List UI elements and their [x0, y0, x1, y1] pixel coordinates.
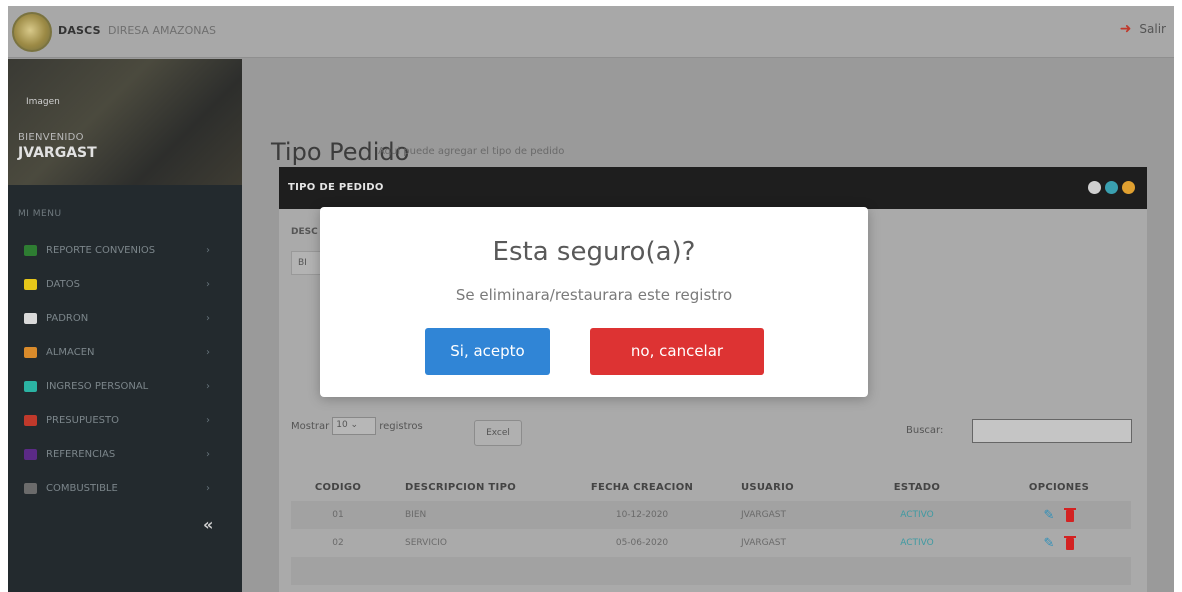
page-length-control: Mostrar 10 ⌄ registros	[291, 417, 423, 435]
top-bar: DASCS DIRESA AMAZONAS ➜ Salir	[8, 6, 1174, 58]
sidebar-item-reporte-convenios[interactable]: REPORTE CONVENIOS ›	[8, 233, 242, 267]
show-suffix: registros	[379, 420, 423, 432]
cell-opciones: ✎	[987, 508, 1131, 523]
sidebar-item-combustible[interactable]: COMBUSTIBLE ›	[8, 471, 242, 505]
trash-icon[interactable]	[1064, 508, 1077, 522]
page-length-select[interactable]: 10 ⌄	[332, 417, 377, 435]
chevron-right-icon: ›	[206, 380, 210, 392]
table-header-row: CODIGO DESCRIPCION TIPO FECHA CREACION U…	[291, 473, 1131, 501]
table-row-partial	[291, 557, 1131, 585]
show-prefix: Mostrar	[291, 420, 330, 432]
cell-estado: ACTIVO	[900, 510, 934, 520]
data-table: CODIGO DESCRIPCION TIPO FECHA CREACION U…	[291, 473, 1131, 585]
sidebar-item-ingreso-personal[interactable]: INGRESO PERSONAL ›	[8, 369, 242, 403]
description-label: DESC	[291, 227, 318, 237]
gear-icon	[24, 482, 37, 494]
sidebar-item-label: ALMACEN	[46, 346, 95, 358]
dialog-title: Esta seguro(a)?	[492, 237, 696, 267]
chevron-right-icon: ›	[206, 278, 210, 290]
sidebar: Imagen BIENVENIDO JVARGAST MI MENU REPOR…	[8, 59, 242, 592]
close-icon[interactable]	[1122, 181, 1135, 194]
cell-fecha: 10-12-2020	[615, 510, 669, 520]
sidebar-item-label: DATOS	[46, 278, 80, 290]
list-icon	[24, 448, 37, 460]
sidebar-menu: REPORTE CONVENIOS › DATOS › PADRON › ALM…	[8, 233, 242, 505]
column-header[interactable]: ESTADO	[847, 482, 987, 493]
dialog-message: Se eliminara/restaurara este registro	[455, 286, 733, 304]
table-row: 02 SERVICIO 05-06-2020 JVARGAST ACTIVO ✎	[291, 529, 1131, 557]
chevron-right-icon: ›	[206, 346, 210, 358]
sidebar-item-presupuesto[interactable]: PRESUPUESTO ›	[8, 403, 242, 437]
chevron-right-icon: ›	[206, 312, 210, 324]
search-label: Buscar:	[906, 425, 944, 436]
cell-estado: ACTIVO	[900, 538, 934, 548]
brand-name: DASCS	[58, 24, 101, 37]
sidebar-item-referencias[interactable]: REFERENCIAS ›	[8, 437, 242, 471]
cell-descripcion: BIEN	[405, 510, 427, 520]
confirm-dialog: Esta seguro(a)? Se eliminara/restaurara …	[320, 207, 868, 397]
welcome-text: BIENVENIDO	[18, 132, 84, 143]
check-icon	[24, 244, 37, 256]
profile-banner: Imagen BIENVENIDO JVARGAST	[8, 59, 242, 185]
chevron-right-icon: ›	[206, 414, 210, 426]
panel-title: TIPO DE PEDIDO	[288, 182, 384, 193]
sidebar-item-datos[interactable]: DATOS ›	[8, 267, 242, 301]
column-header[interactable]: OPCIONES	[987, 482, 1131, 493]
brand-subtitle: DIRESA AMAZONAS	[108, 24, 216, 37]
page-length-value: 10	[336, 420, 348, 430]
logout-label: Salir	[1139, 22, 1166, 36]
cell-usuario: JVARGAST	[741, 510, 786, 520]
sidebar-item-label: PRESUPUESTO	[46, 414, 119, 426]
sidebar-item-padron[interactable]: PADRON ›	[8, 301, 242, 335]
cell-usuario: JVARGAST	[741, 538, 786, 548]
column-header[interactable]: DESCRIPCION TIPO	[375, 482, 557, 493]
edit-icon[interactable]: ✎	[1044, 536, 1055, 551]
panel-controls	[1088, 181, 1135, 194]
sidebar-item-label: COMBUSTIBLE	[46, 482, 118, 494]
cancel-button[interactable]: no, cancelar	[590, 328, 764, 375]
column-header[interactable]: USUARIO	[727, 482, 847, 493]
cell-fecha: 05-06-2020	[615, 538, 669, 548]
sign-out-icon: ➜	[1119, 21, 1132, 37]
sidebar-item-label: REPORTE CONVENIOS	[46, 244, 156, 256]
sidebar-item-label: REFERENCIAS	[46, 448, 116, 460]
cell-descripcion: SERVICIO	[405, 538, 447, 548]
minimize-icon[interactable]	[1105, 181, 1118, 194]
cell-opciones: ✎	[987, 536, 1131, 551]
cell-codigo: 02	[332, 538, 344, 548]
trash-icon[interactable]	[1064, 536, 1077, 550]
sidebar-item-label: PADRON	[46, 312, 89, 324]
sidebar-item-label: INGRESO PERSONAL	[46, 380, 149, 392]
menu-title: MI MENU	[18, 209, 62, 219]
profile-image: Imagen	[26, 97, 60, 107]
money-icon	[24, 414, 37, 426]
table-icon	[24, 312, 37, 324]
logo-icon	[12, 12, 52, 52]
chevron-right-icon: ›	[206, 244, 210, 256]
table-row: 01 BIEN 10-12-2020 JVARGAST ACTIVO ✎	[291, 501, 1131, 529]
excel-button[interactable]: Excel	[474, 420, 522, 446]
page-subtitle: Aqui puede agregar el tipo de pedido	[378, 146, 565, 157]
users-icon	[24, 380, 37, 392]
database-icon	[24, 278, 37, 290]
username: JVARGAST	[18, 145, 97, 161]
search-input[interactable]	[972, 419, 1132, 443]
column-header[interactable]: CODIGO	[291, 482, 375, 493]
chevron-right-icon: ›	[206, 448, 210, 460]
edit-icon[interactable]: ✎	[1044, 508, 1055, 523]
cell-codigo: 01	[332, 510, 344, 520]
boxes-icon	[24, 346, 37, 358]
confirm-button[interactable]: Si, acepto	[425, 328, 550, 375]
column-header[interactable]: FECHA CREACION	[557, 482, 727, 493]
chevron-right-icon: ›	[206, 482, 210, 494]
collapse-sidebar-button[interactable]: «	[203, 515, 213, 534]
panel-header: TIPO DE PEDIDO	[279, 167, 1147, 209]
logout-button[interactable]: ➜ Salir	[1120, 21, 1166, 37]
settings-icon[interactable]	[1088, 181, 1101, 194]
sidebar-item-almacen[interactable]: ALMACEN ›	[8, 335, 242, 369]
